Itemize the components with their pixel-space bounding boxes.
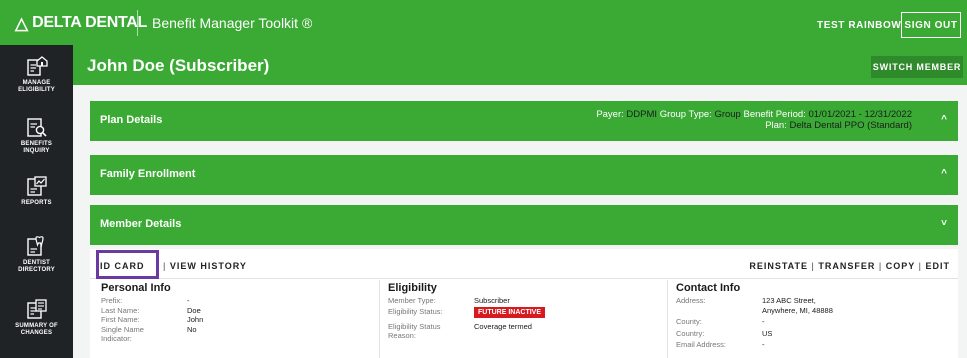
header-divider <box>137 10 138 36</box>
sidebar-item-label: BENEFITS INQUIRY <box>20 141 53 154</box>
transfer-link[interactable]: TRANSFER <box>818 261 875 271</box>
field-row: Member Type: Subscriber <box>388 296 658 306</box>
field-label: First Name: <box>101 315 140 324</box>
plan-label: Plan: <box>765 120 787 131</box>
group-type-label: Group Type: <box>659 109 712 120</box>
field-label: Email Address: <box>676 340 727 349</box>
delta-dental-logo[interactable]: △ DELTA DENTAL <box>15 14 147 32</box>
sidebar-item-benefits-inquiry[interactable]: BENEFITS INQUIRY <box>0 116 73 155</box>
copy-link[interactable]: COPY <box>886 261 915 271</box>
status-badge: FUTURE INACTIVE <box>474 306 545 318</box>
field-row: Single Name Indicator: No <box>101 325 371 344</box>
member-details-panel[interactable]: Member Details ˅ <box>90 205 958 245</box>
dentist-directory-icon <box>26 236 44 256</box>
section-title: Personal Info <box>101 282 171 294</box>
benefit-period-label: Benefit Period: <box>743 109 806 120</box>
field-row: Address: 123 ABC Street, Anywhere, MI, 48… <box>676 296 946 315</box>
summary-of-changes-icon <box>26 299 47 319</box>
field-label: Single Name Indicator: <box>101 324 144 344</box>
field-value: Doe <box>187 305 201 315</box>
id-card-link[interactable]: ID CARD <box>100 261 145 271</box>
sidebar-item-manage-eligibility[interactable]: MANAGE ELIGIBILITY <box>0 55 73 94</box>
main-content: John Doe (Subscriber) SWITCH MEMBER Plan… <box>73 45 967 358</box>
field-label: Member Type: <box>388 296 436 305</box>
panel-title: Family Enrollment <box>100 168 196 180</box>
personal-info-section: Personal Info Prefix: - Last Name: Doe F… <box>101 282 371 344</box>
contact-info-section: Contact Info Address: 123 ABC Street, Any… <box>676 282 946 350</box>
chevron-down-icon[interactable]: ˅ <box>941 218 947 229</box>
page-title: John Doe (Subscriber) <box>87 56 270 75</box>
field-row: Country: US <box>676 329 946 339</box>
member-actions: REINSTATE | TRANSFER | COPY | EDIT <box>749 261 950 271</box>
sidebar-item-label: MANAGE ELIGIBILITY <box>18 80 55 93</box>
manage-eligibility-icon <box>26 56 48 76</box>
edit-link[interactable]: EDIT <box>925 261 950 271</box>
field-value: Coverage termed <box>474 321 532 331</box>
field-row: Last Name: Doe <box>101 306 371 316</box>
field-value: - <box>187 296 190 305</box>
column-divider <box>667 280 668 358</box>
section-title: Eligibility <box>388 282 437 294</box>
field-label: Last Name: <box>101 305 140 315</box>
field-row: First Name: John <box>101 315 371 325</box>
field-row: Prefix: - <box>101 296 371 306</box>
field-value: - <box>762 317 765 326</box>
field-value: John <box>187 315 204 324</box>
field-label: County: <box>676 317 702 326</box>
sidebar-item-label: SUMMARY OF CHANGES <box>15 323 58 336</box>
field-label: Country: <box>676 328 705 338</box>
plan-value: Delta Dental PPO (Standard) <box>789 120 912 131</box>
field-row: Eligibility Status Reason: Coverage term… <box>388 322 658 341</box>
page-header: John Doe (Subscriber) SWITCH MEMBER <box>73 45 967 85</box>
top-bar: △ DELTA DENTAL Benefit Manager Toolkit ®… <box>0 0 967 45</box>
field-value: No <box>187 324 197 334</box>
benefits-inquiry-icon <box>26 118 47 137</box>
field-row: Eligibility Status: FUTURE INACTIVE <box>388 306 658 318</box>
sidebar-item-label: DENTIST DIRECTORY <box>18 260 55 273</box>
sign-out-button[interactable]: SIGN OUT <box>901 12 961 38</box>
reinstate-link[interactable]: REINSTATE <box>749 261 808 271</box>
field-label: Address: <box>676 296 706 305</box>
field-row: County: - <box>676 317 946 327</box>
benefit-period-value: 01/01/2021 - 12/31/2022 <box>808 109 912 120</box>
field-value: 123 ABC Street, Anywhere, MI, 48888 <box>762 296 833 315</box>
panel-title: Plan Details <box>100 114 163 126</box>
plan-details-panel[interactable]: Plan Details Payer: DDPMI Group Type: Gr… <box>90 101 958 141</box>
plan-summary: Payer: DDPMI Group Type: Group Benefit P… <box>596 109 912 131</box>
field-value: Subscriber <box>474 296 510 305</box>
sidebar: MANAGE ELIGIBILITY BENEFITS INQUIRY REPORT… <box>0 45 73 358</box>
field-row: Email Address: - <box>676 340 946 350</box>
column-divider <box>379 280 380 358</box>
app-title: Benefit Manager Toolkit ® <box>152 15 313 31</box>
payer-value: DDPMI <box>626 109 658 120</box>
panel-title: Member Details <box>100 218 182 230</box>
field-value: US <box>762 328 773 338</box>
member-action-row: ID CARD | VIEW HISTORY REINSTATE | TRANS… <box>90 249 958 279</box>
reports-icon <box>26 176 47 196</box>
sidebar-item-reports[interactable]: REPORTS <box>0 175 73 207</box>
payer-label: Payer: <box>596 109 624 120</box>
logo-text: DELTA DENTAL <box>32 14 147 31</box>
chevron-up-icon[interactable]: ^ <box>941 114 947 125</box>
family-enrollment-panel[interactable]: Family Enrollment ^ <box>90 155 958 195</box>
field-value: - <box>762 340 765 349</box>
switch-member-button[interactable]: SWITCH MEMBER <box>871 56 963 78</box>
chevron-up-icon[interactable]: ^ <box>941 168 947 179</box>
eligibility-section: Eligibility Member Type: Subscriber Elig… <box>388 282 658 341</box>
group-type-value: Group <box>714 109 741 120</box>
field-label: Eligibility Status Reason: <box>388 321 441 341</box>
sidebar-item-summary-of-changes[interactable]: SUMMARY OF CHANGES <box>0 298 73 337</box>
field-label: Eligibility Status: <box>388 306 443 316</box>
member-details-body: ID CARD | VIEW HISTORY REINSTATE | TRANS… <box>90 249 958 358</box>
section-title: Contact Info <box>676 282 741 294</box>
delta-triangle-icon: △ <box>15 13 29 33</box>
sidebar-item-label: REPORTS <box>21 200 52 206</box>
user-name[interactable]: TEST RAINBOW <box>817 20 901 31</box>
sidebar-item-dentist-directory[interactable]: DENTIST DIRECTORY <box>0 235 73 274</box>
view-history-link[interactable]: | VIEW HISTORY <box>163 261 247 271</box>
field-label: Prefix: <box>101 296 123 305</box>
